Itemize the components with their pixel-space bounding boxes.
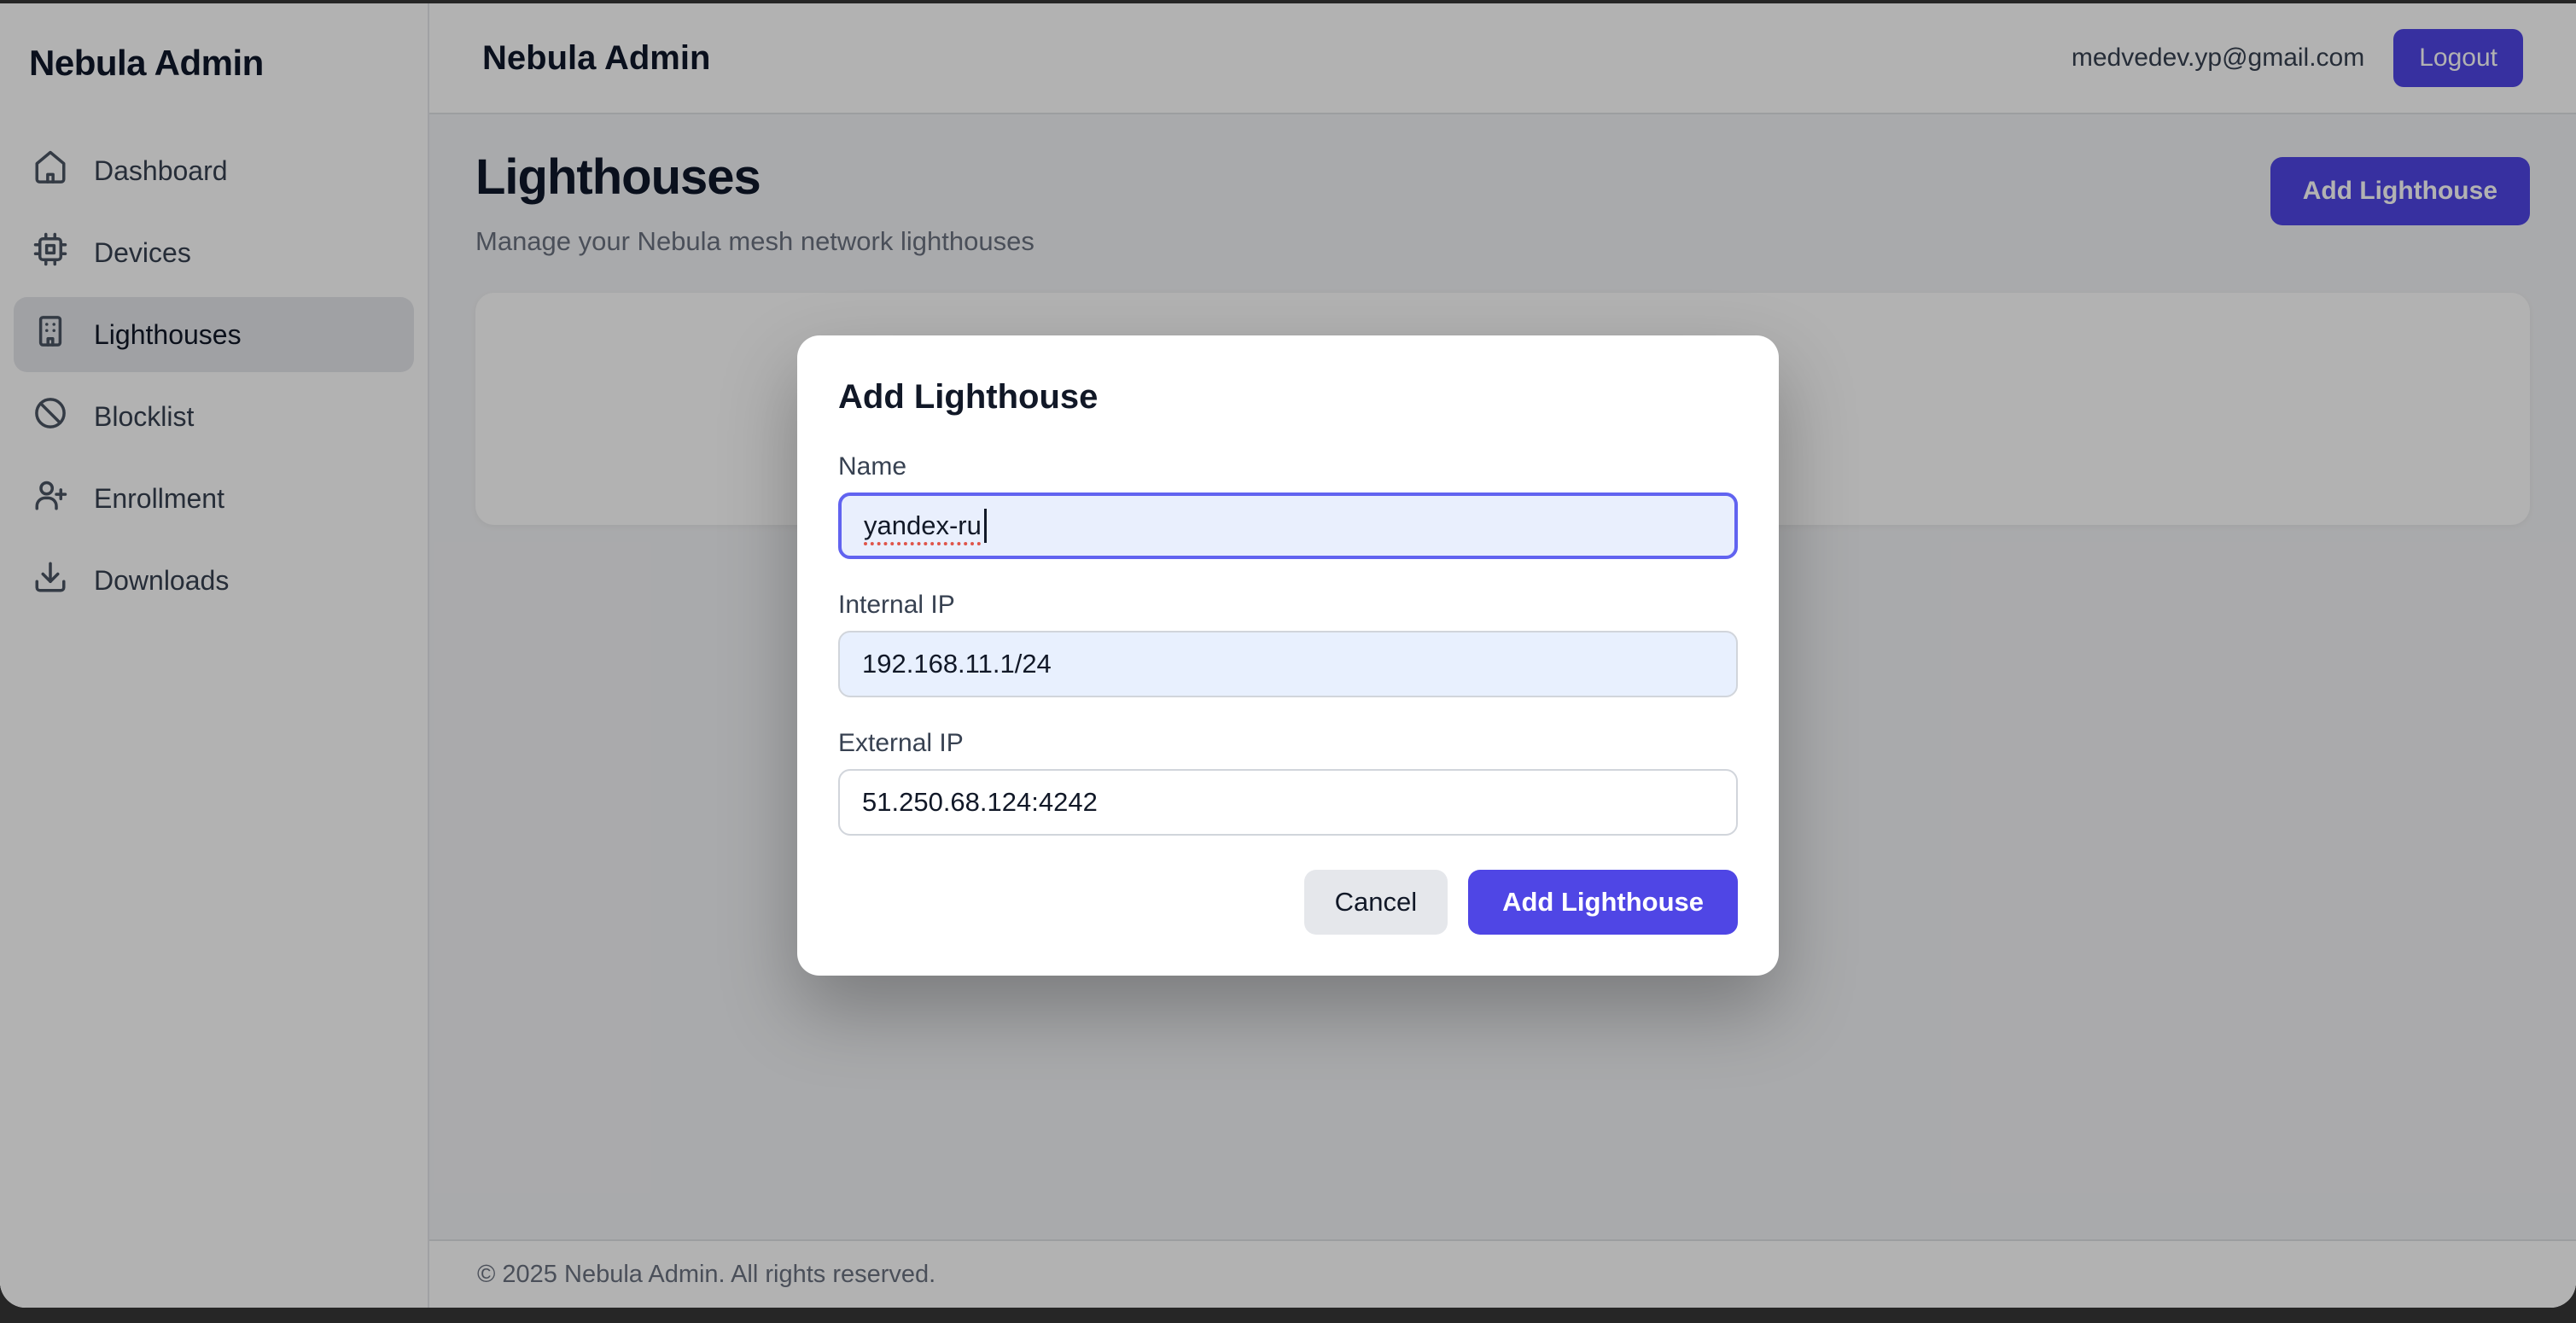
external-ip-input[interactable] [838,769,1738,836]
name-label: Name [838,452,1738,482]
external-ip-label: External IP [838,728,1738,759]
internal-ip-input[interactable] [838,631,1738,697]
name-input[interactable]: yandex-ru [838,492,1738,559]
text-caret [984,509,987,543]
external-ip-field-group: External IP [838,728,1738,836]
cancel-button[interactable]: Cancel [1304,870,1448,935]
modal-add-lighthouse-button[interactable]: Add Lighthouse [1468,870,1738,935]
internal-ip-field-group: Internal IP [838,590,1738,697]
name-input-value: yandex-ru [864,510,982,541]
app-window: Nebula Admin Dashboard Devices Lighthous… [0,3,2576,1308]
modal-backdrop[interactable]: Add Lighthouse Name yandex-ru Internal I… [0,3,2576,1308]
add-lighthouse-modal: Add Lighthouse Name yandex-ru Internal I… [797,335,1779,976]
modal-title: Add Lighthouse [838,376,1738,417]
modal-actions: Cancel Add Lighthouse [838,870,1738,935]
name-field-group: Name yandex-ru [838,452,1738,559]
internal-ip-label: Internal IP [838,590,1738,621]
